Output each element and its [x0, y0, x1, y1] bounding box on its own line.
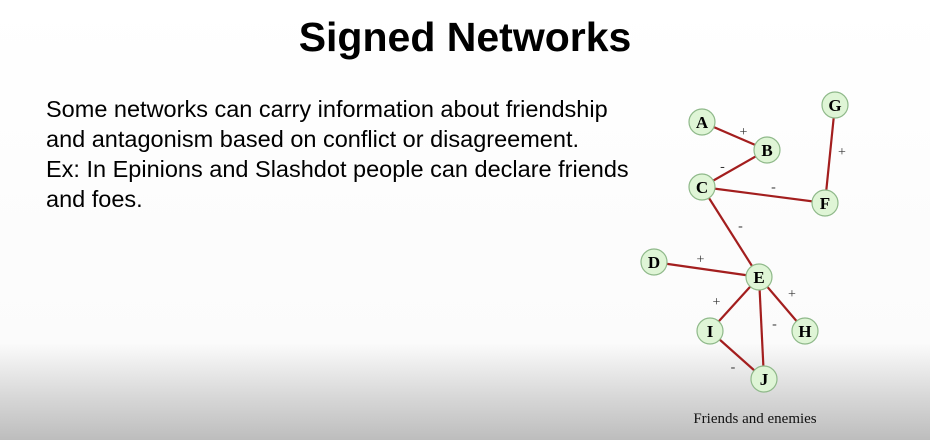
node-i: I — [696, 317, 724, 345]
edge-g-f — [823, 104, 837, 204]
slide-title: Signed Networks — [298, 14, 632, 60]
node-label: G — [828, 96, 841, 115]
edge-sign-label: + — [713, 295, 721, 310]
node-label: B — [761, 141, 772, 160]
edge-sign-label: + — [838, 145, 846, 160]
node-label: H — [798, 322, 811, 341]
node-b: B — [753, 136, 781, 164]
node-label: D — [648, 253, 660, 272]
edge-sign-label: + — [788, 287, 796, 302]
node-e: E — [745, 263, 773, 291]
node-j: J — [750, 365, 778, 393]
node-f: F — [811, 189, 839, 217]
edge-sign-label: + — [740, 125, 748, 140]
node-label: I — [707, 322, 714, 341]
node-label: F — [820, 194, 830, 213]
body-line: Ex: In Epinions and Slashdot people can … — [46, 156, 629, 212]
node-h: H — [791, 317, 819, 345]
body-line: Some networks can carry information abou… — [46, 96, 608, 152]
edge-sign-label: - — [731, 360, 736, 375]
node-label: E — [753, 268, 764, 287]
edge-sign-label: - — [771, 180, 776, 195]
diagram-caption: Friends and enemies — [693, 411, 817, 427]
node-label: J — [760, 370, 769, 389]
edge-sign-label: - — [738, 219, 743, 234]
node-label: C — [696, 178, 708, 197]
edge-d-e — [653, 260, 760, 279]
node-label: A — [696, 113, 709, 132]
node-d: D — [640, 248, 668, 276]
slide: Signed Networks Some networks can carry … — [0, 0, 930, 440]
node-a: A — [688, 108, 716, 136]
node-g: G — [821, 91, 849, 119]
edge-sign-label: + — [697, 253, 705, 268]
edge-e-j — [757, 276, 766, 380]
slide-body: Some networks can carry information abou… — [46, 94, 636, 214]
signed-network-diagram: +--+-++-+- ABCDEFGHIJ — [640, 91, 849, 393]
edge-sign-label: - — [772, 317, 777, 332]
edge-sign-label: - — [720, 160, 725, 175]
node-c: C — [688, 173, 716, 201]
edge-c-e — [701, 186, 760, 278]
edge-c-f — [701, 185, 826, 205]
